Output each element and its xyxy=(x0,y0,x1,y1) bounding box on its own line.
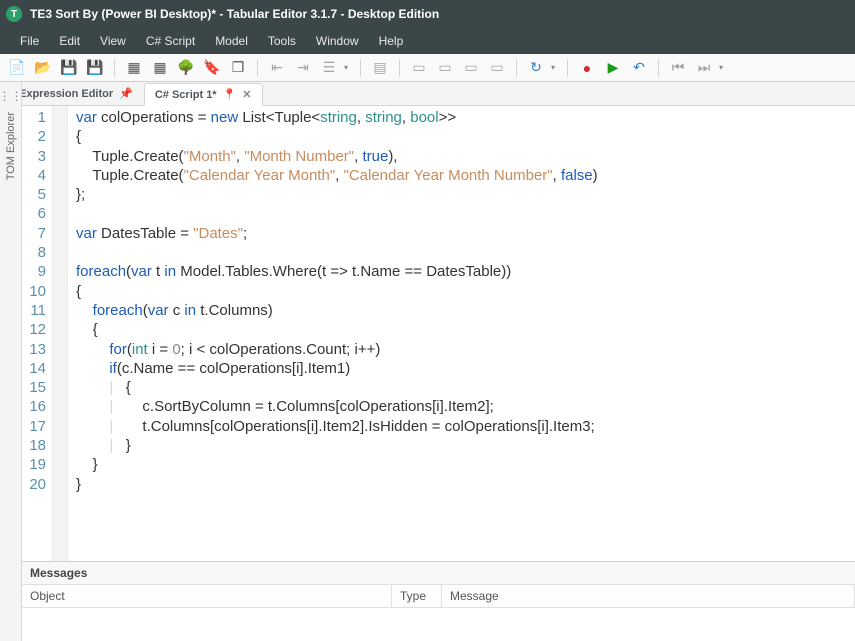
align-icon[interactable]: ☰ xyxy=(318,57,340,79)
line-gutter: 1234567891011121314151617181920 xyxy=(22,106,52,561)
titlebar: T TE3 Sort By (Power BI Desktop)* - Tabu… xyxy=(0,0,855,28)
rail-icon[interactable]: ⋮⋮ xyxy=(3,88,19,104)
windows-icon[interactable]: ❐ xyxy=(227,57,249,79)
undo-icon[interactable]: ↶ xyxy=(628,57,650,79)
rect3-icon[interactable]: ▭ xyxy=(460,57,482,79)
col-message[interactable]: Message xyxy=(442,585,855,607)
rect4-icon[interactable]: ▭ xyxy=(486,57,508,79)
save-all-icon[interactable]: 💾 xyxy=(84,57,106,79)
toolbar: 📄 📂 💾 💾 ▦ ▦ 🌳 🔖 ❐ ⇤ ⇥ ☰ ▾ ▤ ▭ ▭ ▭ ▭ ↻ ▾ … xyxy=(0,54,855,82)
menu-csharp-script[interactable]: C# Script xyxy=(136,28,205,54)
save-icon[interactable]: 💾 xyxy=(58,57,80,79)
grid-icon[interactable]: ▦ xyxy=(123,57,145,79)
messages-title: Messages xyxy=(22,562,855,585)
new-icon[interactable]: 📄 xyxy=(6,57,28,79)
skip-dropdown-icon[interactable]: ▾ xyxy=(719,63,727,72)
menu-edit[interactable]: Edit xyxy=(49,28,90,54)
pin-icon[interactable]: 📌 xyxy=(119,87,133,100)
pin-icon[interactable]: 📍 xyxy=(223,88,237,101)
bookmark-icon[interactable]: 🔖 xyxy=(201,57,223,79)
open-icon[interactable]: 📂 xyxy=(32,57,54,79)
record-icon[interactable]: ● xyxy=(576,57,598,79)
indent-icon[interactable]: ⇥ xyxy=(292,57,314,79)
menu-model[interactable]: Model xyxy=(205,28,258,54)
left-rail: ⋮⋮ TOM Explorer xyxy=(0,82,22,641)
menu-tools[interactable]: Tools xyxy=(258,28,306,54)
run-icon[interactable]: ▶ xyxy=(602,57,624,79)
tab-label: C# Script 1* xyxy=(155,89,217,101)
col-object[interactable]: Object xyxy=(22,585,392,607)
tab-csharp-script[interactable]: C# Script 1* 📍 ✕ xyxy=(144,83,263,106)
tom-explorer-label[interactable]: TOM Explorer xyxy=(5,112,17,180)
tree-icon[interactable]: 🌳 xyxy=(175,57,197,79)
messages-pane: Messages Object Type Message xyxy=(22,561,855,641)
window-title: TE3 Sort By (Power BI Desktop)* - Tabula… xyxy=(30,7,439,21)
refresh-dropdown-icon[interactable]: ▾ xyxy=(551,63,559,72)
code-editor[interactable]: 1234567891011121314151617181920 var colO… xyxy=(22,106,855,561)
tabs-row: Expression Editor 📌 C# Script 1* 📍 ✕ xyxy=(0,82,855,106)
menu-help[interactable]: Help xyxy=(369,28,414,54)
menu-file[interactable]: File xyxy=(10,28,49,54)
app-icon: T xyxy=(6,6,22,22)
dropdown-icon[interactable]: ▾ xyxy=(344,63,352,72)
menu-window[interactable]: Window xyxy=(306,28,369,54)
tab-expression-editor[interactable]: Expression Editor 📌 xyxy=(8,82,144,105)
grid2-icon[interactable]: ▦ xyxy=(149,57,171,79)
refresh-icon[interactable]: ↻ xyxy=(525,57,547,79)
menubar: File Edit View C# Script Model Tools Win… xyxy=(0,28,855,54)
close-icon[interactable]: ✕ xyxy=(242,88,251,101)
skip-fwd-icon[interactable]: ⏭ xyxy=(693,57,715,79)
menu-view[interactable]: View xyxy=(90,28,136,54)
skip-back-icon[interactable]: ⏮ xyxy=(667,57,689,79)
rect2-icon[interactable]: ▭ xyxy=(434,57,456,79)
filter-icon[interactable]: ▤ xyxy=(369,57,391,79)
outdent-icon[interactable]: ⇤ xyxy=(266,57,288,79)
tab-label: Expression Editor xyxy=(19,88,113,100)
rect1-icon[interactable]: ▭ xyxy=(408,57,430,79)
col-type[interactable]: Type xyxy=(392,585,442,607)
messages-columns: Object Type Message xyxy=(22,585,855,608)
code-content[interactable]: var colOperations = new List<Tuple<strin… xyxy=(68,106,855,561)
fold-gutter xyxy=(52,106,68,561)
